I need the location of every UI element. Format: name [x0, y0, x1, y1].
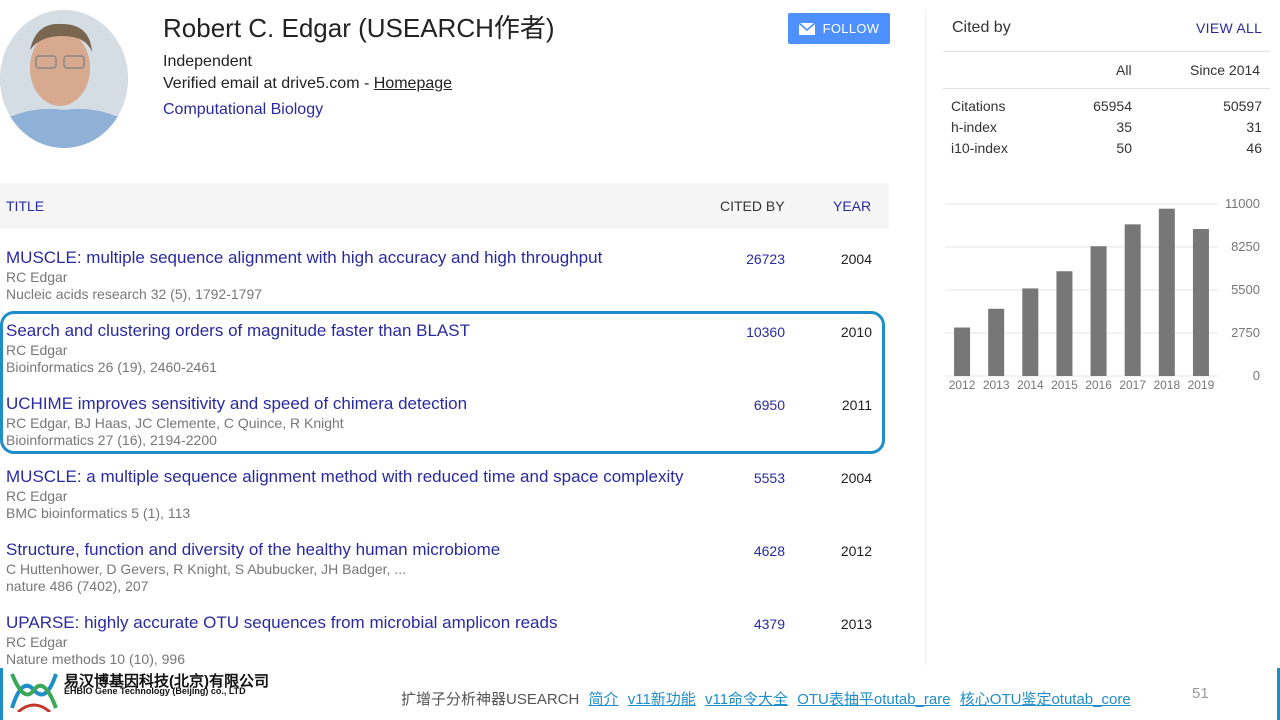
divider: [943, 51, 1270, 52]
citations-bar-chart: 11000 8250 5500 2750 0 2012 2013 2014 2015 2016 20…: [945, 196, 1260, 392]
table-row: Structure, function and diversity of the…: [0, 540, 889, 613]
stat-label: Citations: [951, 98, 1006, 114]
x-tick-label: 2013: [983, 378, 1010, 392]
footer-lead-text: 扩增子分析神器USEARCH: [401, 691, 580, 708]
publication-authors: RC Edgar: [6, 488, 68, 504]
publication-venue: BMC bioinformatics 5 (1), 113: [6, 505, 191, 521]
email-text: Verified email at drive5.com -: [163, 75, 370, 92]
stat-row: h-index 35 31: [951, 119, 1262, 139]
follow-button[interactable]: FOLLOW: [788, 13, 890, 44]
sort-by-cited[interactable]: CITED BY: [720, 198, 785, 214]
stat-all: 65954: [1093, 98, 1132, 114]
x-tick-label: 2016: [1085, 378, 1112, 392]
view-all-link[interactable]: VIEW ALL: [1196, 20, 1262, 36]
citation-bar[interactable]: [1192, 229, 1209, 376]
stat-row: i10-index 50 46: [951, 140, 1262, 160]
panel-divider: [925, 10, 926, 665]
y-tick-label: 0: [1253, 368, 1260, 383]
x-tick-label: 2017: [1119, 378, 1146, 392]
follow-label: FOLLOW: [822, 21, 880, 36]
publications-table-header: TITLE CITED BY YEAR: [0, 183, 889, 229]
citation-bar[interactable]: [1090, 246, 1107, 376]
publication-year: 2012: [840, 543, 872, 559]
x-tick-label: 2018: [1153, 378, 1180, 392]
x-tick-label: 2015: [1051, 378, 1078, 392]
cited-by-title: Cited by: [952, 19, 1011, 36]
publication-title[interactable]: MUSCLE: multiple sequence alignment with…: [6, 248, 602, 268]
profile-affiliation: Independent: [163, 53, 252, 70]
highlight-annotation: [0, 311, 885, 454]
stat-since: 50597: [1223, 98, 1262, 114]
citation-bar[interactable]: [1158, 208, 1175, 376]
cited-count-link[interactable]: 5553: [754, 470, 785, 486]
citation-bar[interactable]: [954, 327, 971, 376]
cited-count-link[interactable]: 4379: [754, 616, 785, 632]
footer-link-otutab-rare[interactable]: OTU表抽平otutab_rare: [797, 691, 950, 708]
publication-year: 2013: [840, 616, 872, 632]
sort-by-year[interactable]: YEAR: [833, 198, 871, 214]
publication-authors: C Huttenhower, D Gevers, R Knight, S Abu…: [6, 561, 406, 577]
cited-count-link[interactable]: 26723: [746, 251, 785, 267]
footer-link-v11-features[interactable]: v11新功能: [628, 691, 696, 708]
footer-link-v11-commands[interactable]: v11命令大全: [705, 691, 788, 708]
page-number: 51: [1192, 685, 1209, 702]
stat-label: i10-index: [951, 140, 1008, 156]
citation-bar[interactable]: [1124, 224, 1141, 376]
homepage-link[interactable]: Homepage: [374, 75, 452, 92]
stats-col-all: All: [1116, 62, 1132, 78]
stat-since: 46: [1246, 140, 1262, 156]
footer-edge: [0, 668, 3, 720]
stat-all: 35: [1116, 119, 1132, 135]
publication-venue: Nucleic acids research 32 (5), 1792-1797: [6, 286, 263, 302]
company-logo-icon: [10, 673, 58, 712]
publication-venue: nature 486 (7402), 207: [6, 578, 149, 594]
citation-bar[interactable]: [988, 308, 1005, 376]
x-tick-label: 2019: [1188, 378, 1215, 392]
publication-title[interactable]: MUSCLE: a multiple sequence alignment me…: [6, 467, 684, 487]
publication-title[interactable]: Structure, function and diversity of the…: [6, 540, 500, 560]
stats-col-since: Since 2014: [1190, 62, 1261, 78]
footer-link-otutab-core[interactable]: 核心OTU鉴定otutab_core: [960, 691, 1131, 708]
stat-all: 50: [1116, 140, 1132, 156]
company-name-en: EHBIO Gene Technology (Beijing) co., LTD: [64, 686, 246, 696]
footer-link-intro[interactable]: 简介: [589, 691, 619, 708]
publication-year: 2004: [840, 251, 872, 267]
stat-label: h-index: [951, 119, 997, 135]
table-row: MUSCLE: a multiple sequence alignment me…: [0, 467, 889, 540]
citation-bar[interactable]: [1056, 271, 1073, 376]
publication-title[interactable]: UPARSE: highly accurate OTU sequences fr…: [6, 613, 557, 633]
avatar: [0, 10, 128, 148]
y-tick-label: 8250: [1231, 239, 1260, 254]
profile-email: Verified email at drive5.com - Homepage: [163, 75, 452, 93]
publication-authors: RC Edgar: [6, 269, 68, 285]
citation-bar[interactable]: [1022, 288, 1039, 376]
cited-count-link[interactable]: 4628: [754, 543, 785, 559]
sort-by-title[interactable]: TITLE: [6, 198, 44, 214]
x-tick-label: 2014: [1017, 378, 1044, 392]
footer-links: 扩增子分析神器USEARCH 简介 v11新功能 v11命令大全 OTU表抽平o…: [401, 688, 1131, 709]
y-tick-label: 5500: [1231, 282, 1260, 297]
profile-name: Robert C. Edgar (USEARCH作者): [163, 13, 555, 43]
stat-since: 31: [1246, 119, 1262, 135]
stat-row: Citations 65954 50597: [951, 98, 1262, 118]
y-tick-label: 2750: [1231, 325, 1260, 340]
divider: [943, 88, 1270, 89]
publication-venue: Nature methods 10 (10), 996: [6, 651, 185, 667]
publication-authors: RC Edgar: [6, 634, 68, 650]
publication-year: 2004: [840, 470, 872, 486]
mail-icon: [798, 22, 815, 35]
y-tick-label: 11000: [1225, 196, 1260, 211]
x-tick-label: 2012: [949, 378, 976, 392]
interest-link[interactable]: Computational Biology: [163, 101, 323, 119]
